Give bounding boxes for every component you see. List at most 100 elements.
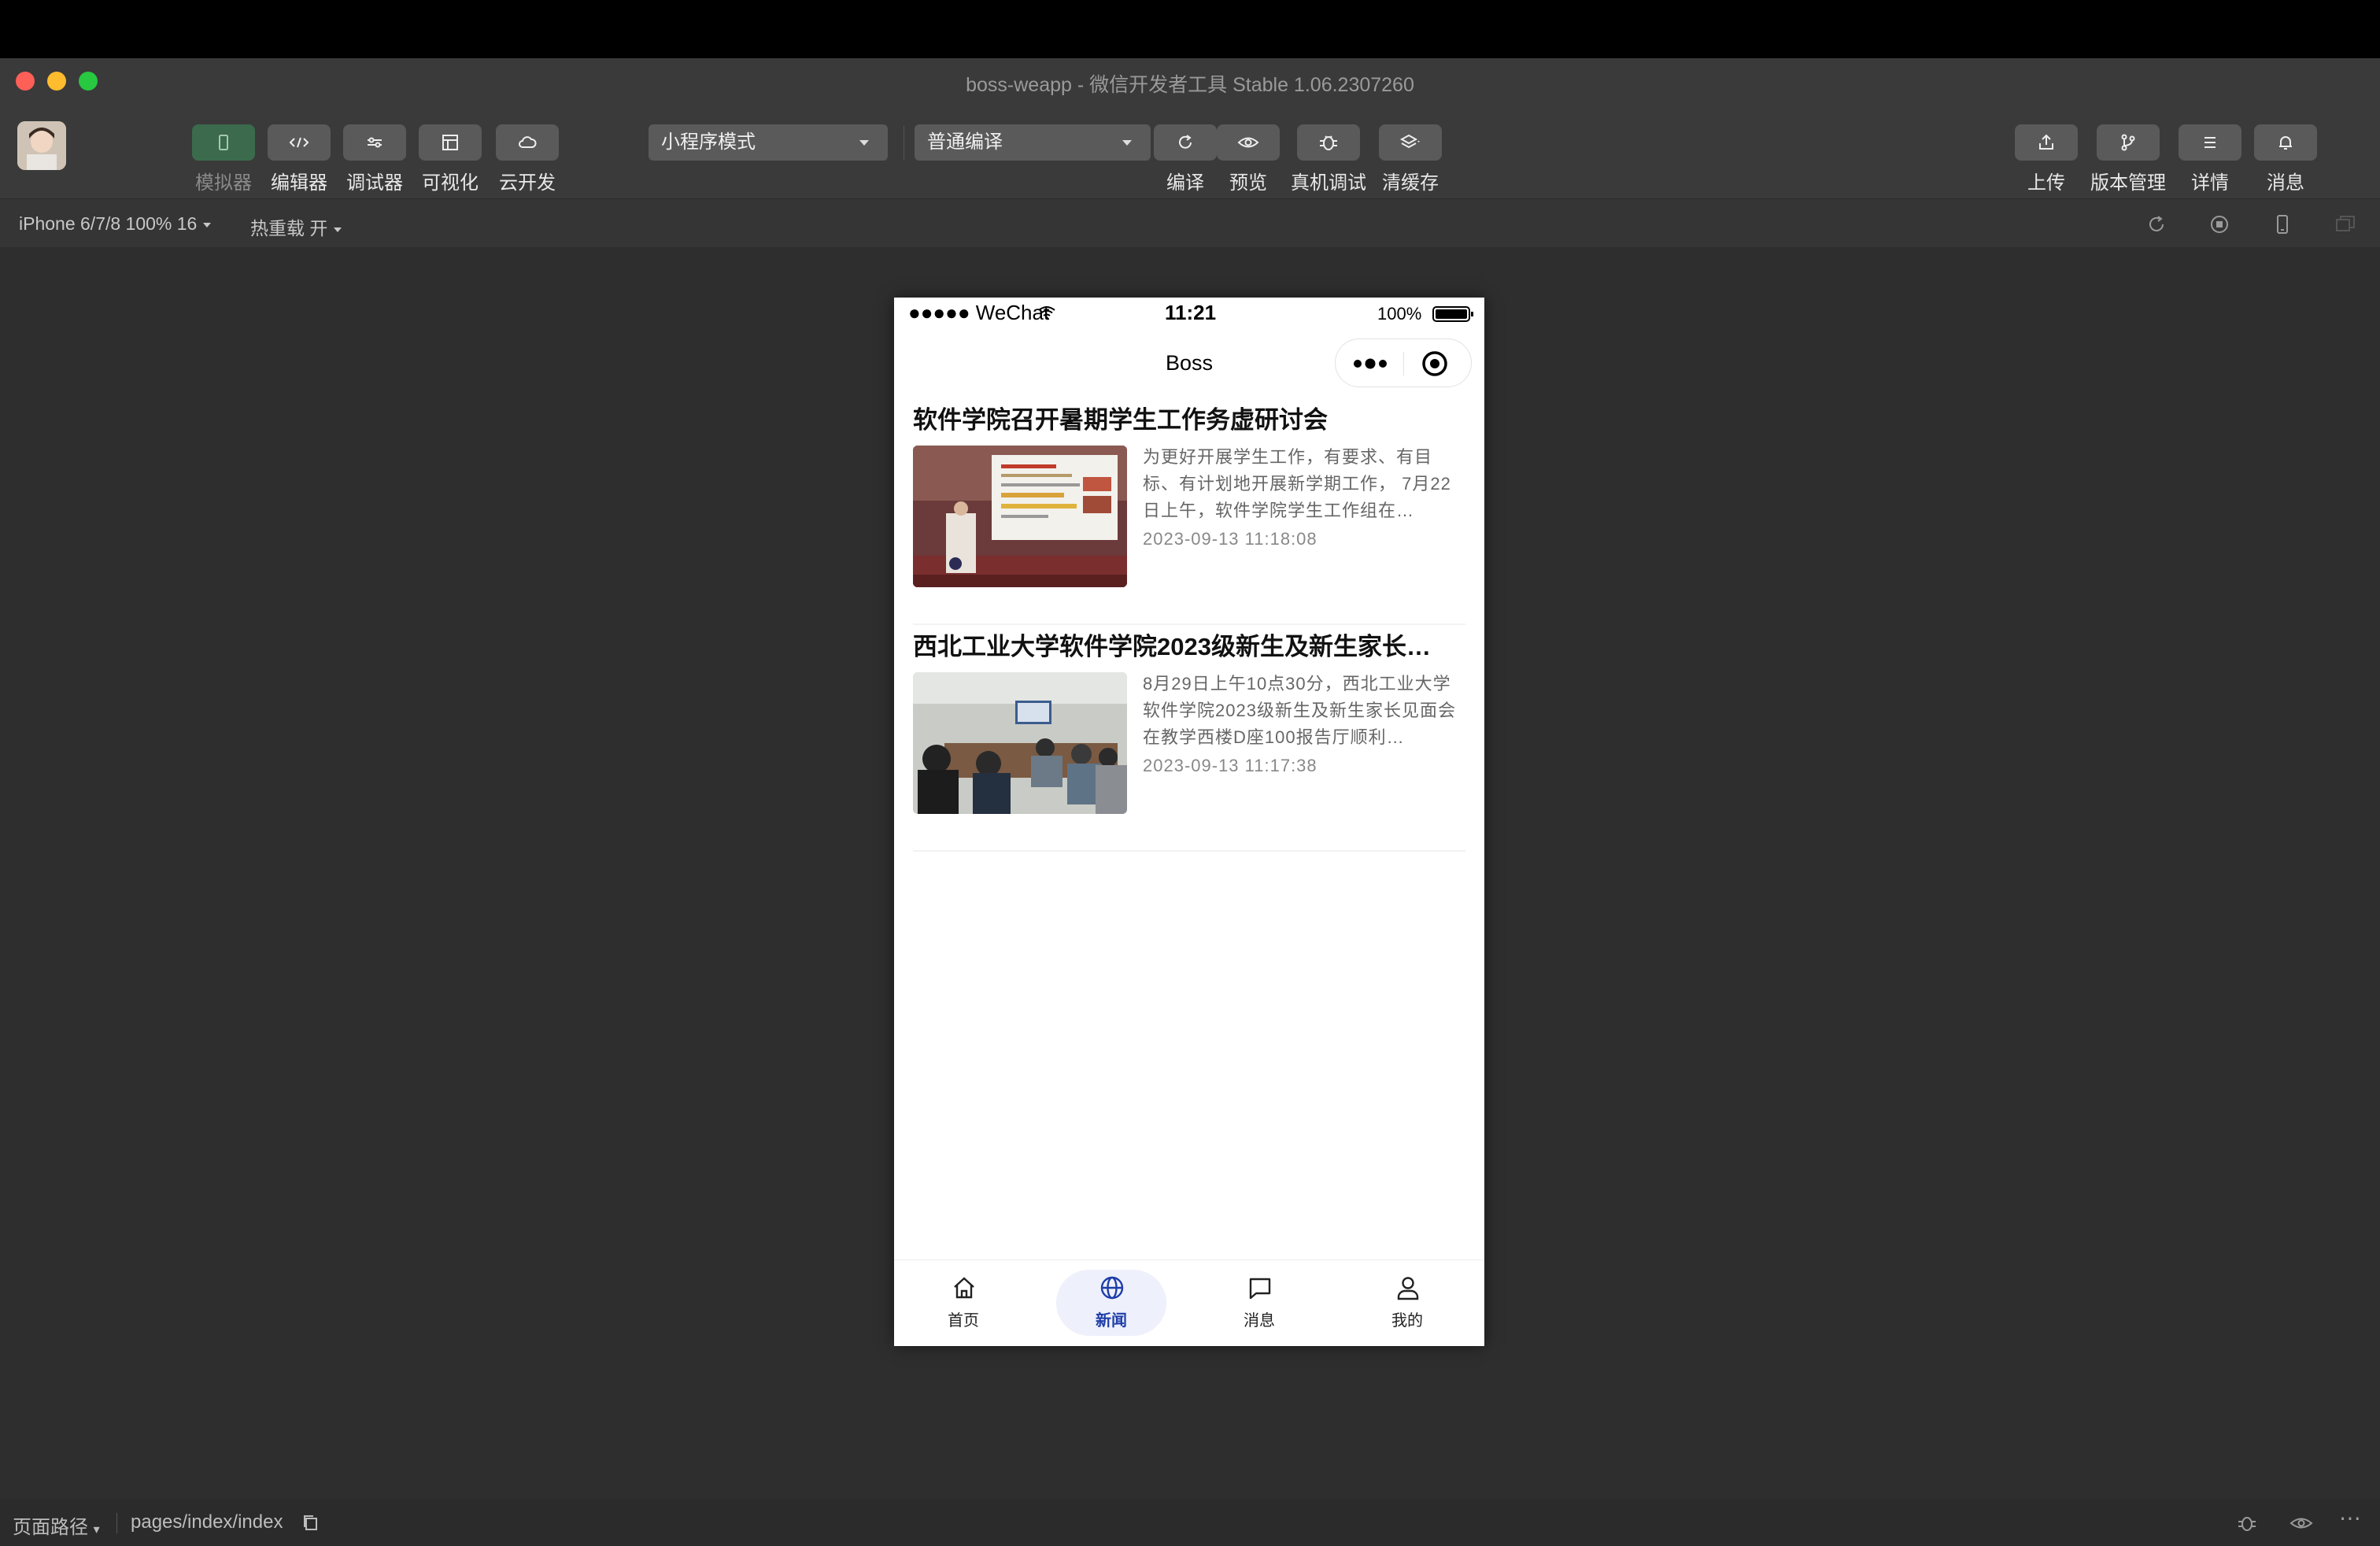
phone-status-bar: ●●●●● WeChat 11:21 100% xyxy=(894,298,1484,329)
carrier: ●●●●● WeChat xyxy=(908,301,1050,324)
phone-simulator: ●●●●● WeChat 11:21 100% Boss 软件学院召开暑期学生工… xyxy=(894,298,1484,1346)
tab-messages-label: 消息 xyxy=(1244,1312,1275,1330)
footer-divider xyxy=(116,1513,117,1533)
chevron-down-icon xyxy=(1122,140,1132,146)
tab-news[interactable]: 新闻 xyxy=(1056,1270,1166,1336)
code-icon xyxy=(289,137,309,148)
debugger-button[interactable] xyxy=(343,124,406,161)
visual-button[interactable] xyxy=(419,124,482,161)
mode-select[interactable]: 小程序模式 xyxy=(649,124,888,161)
layers-icon xyxy=(1399,134,1420,149)
editor-button[interactable] xyxy=(268,124,331,161)
bell-icon xyxy=(2279,136,2292,150)
news-date: 2023-09-13 11:18:08 xyxy=(1143,529,1318,549)
page-path: pages/index/index xyxy=(131,1511,283,1533)
battery-percent: 100% xyxy=(1377,304,1422,324)
eye-icon xyxy=(1237,137,1259,148)
eye-icon[interactable] xyxy=(2289,1511,2314,1535)
capsule-divider xyxy=(1403,352,1404,375)
battery-icon xyxy=(1432,306,1473,322)
news-summary: 为更好开展学生工作，有要求、有目标、有计划地开展新学期工作， 7月22日上午，软… xyxy=(1143,447,1451,520)
news-summary: 8月29日上午10点30分，西北工业大学软件学院2023级新生及新生家长见面会在… xyxy=(1143,674,1456,747)
details-button[interactable] xyxy=(2179,124,2241,161)
debug-sliders-icon xyxy=(368,137,382,148)
device-select-value: iPhone 6/7/8 100% 16 xyxy=(19,213,198,234)
compile-select-value: 普通编译 xyxy=(927,131,1003,153)
news-item[interactable]: 西北工业大学软件学院2023级新生及新生家长… 8月29日上午10点30分，西北… xyxy=(913,627,1465,852)
window-icon[interactable] xyxy=(2333,212,2358,237)
chevron-down-icon xyxy=(334,227,342,232)
bug-icon xyxy=(1320,135,1337,150)
home-icon xyxy=(954,1277,974,1299)
tab-news-label: 新闻 xyxy=(1096,1312,1127,1330)
chevron-down-icon xyxy=(203,222,212,227)
page-path-select[interactable]: 页面路径 ▾ xyxy=(13,1511,100,1539)
upload-button[interactable] xyxy=(2015,124,2078,161)
more-dots-icon[interactable] xyxy=(1351,354,1389,373)
tab-home-label: 首页 xyxy=(948,1312,979,1330)
clear-cache-label: 清缓存 xyxy=(1382,172,1439,194)
bug-icon[interactable] xyxy=(2235,1511,2259,1535)
messages-label: 消息 xyxy=(2267,172,2304,194)
simulator-button[interactable] xyxy=(192,124,255,161)
tab-bar: 首页 新闻 消息 我的 xyxy=(894,1259,1484,1346)
news-thumbnail xyxy=(913,672,1127,814)
news-item[interactable]: 软件学院召开暑期学生工作务虚研讨会 为更好开展学生工作，有要求、有目标、有计划地… xyxy=(913,400,1465,625)
avatar[interactable] xyxy=(17,121,66,170)
version-label: 版本管理 xyxy=(2090,172,2166,194)
toolbar: 模拟器 编辑器 调试器 可视化 云开发 小程序模式 普通编译 编译 预览 真机调… xyxy=(0,104,2380,198)
tab-messages[interactable]: 消息 xyxy=(1204,1270,1314,1336)
cloud-button[interactable] xyxy=(496,124,559,161)
device-select[interactable]: iPhone 6/7/8 100% 16 xyxy=(19,213,212,235)
upload-icon xyxy=(2039,134,2053,150)
clear-cache-button[interactable] xyxy=(1379,124,1442,161)
menu-icon xyxy=(2204,137,2216,148)
news-title: 西北工业大学软件学院2023级新生及新生家长… xyxy=(913,633,1431,660)
globe-icon xyxy=(1100,1276,1124,1300)
status-footer: 页面路径 ▾ pages/index/index ⋯ xyxy=(0,1499,2380,1546)
phone-nav-bar: Boss xyxy=(894,329,1484,398)
compile-button[interactable] xyxy=(1154,124,1217,161)
layout-icon xyxy=(442,135,458,150)
simulator-subbar: iPhone 6/7/8 100% 16 热重载 开 xyxy=(0,198,2380,247)
messages-button[interactable] xyxy=(2254,124,2317,161)
mode-select-value: 小程序模式 xyxy=(661,131,756,153)
title-separator: - xyxy=(1071,74,1090,96)
user-icon xyxy=(1397,1277,1419,1300)
upload-label: 上传 xyxy=(2027,172,2065,194)
rotate-icon[interactable] xyxy=(2144,212,2169,237)
cloud-icon xyxy=(519,136,537,148)
status-time: 11:21 xyxy=(1165,301,1217,324)
menu-capsule xyxy=(1335,338,1472,387)
news-date: 2023-09-13 11:17:38 xyxy=(1143,756,1318,775)
chevron-down-icon xyxy=(859,140,869,146)
tab-me-label: 我的 xyxy=(1391,1312,1423,1330)
app-suffix: 微信开发者工具 Stable 1.06.2307260 xyxy=(1089,74,1414,96)
hot-reload-select[interactable]: 热重载 开 xyxy=(250,213,342,240)
app-name: boss-weapp xyxy=(966,74,1072,96)
preview-button[interactable] xyxy=(1217,124,1280,161)
phone-icon[interactable] xyxy=(2270,212,2295,237)
wifi-icon xyxy=(1038,306,1055,320)
page-path-label: 页面路径 xyxy=(13,1517,88,1538)
more-icon[interactable]: ⋯ xyxy=(2339,1505,2361,1531)
chevron-down-icon: ▾ xyxy=(93,1523,100,1537)
close-miniprogram-icon[interactable] xyxy=(1421,350,1449,378)
tab-home[interactable]: 首页 xyxy=(908,1270,1018,1336)
version-button[interactable] xyxy=(2097,124,2160,161)
news-title: 软件学院召开暑期学生工作务虚研讨会 xyxy=(913,406,1328,434)
stop-icon[interactable] xyxy=(2207,212,2232,237)
compile-select[interactable]: 普通编译 xyxy=(915,124,1151,161)
cloud-label: 云开发 xyxy=(499,172,556,194)
copy-icon[interactable] xyxy=(301,1513,321,1533)
hot-reload-value: 热重载 开 xyxy=(250,218,328,239)
remote-debug-button[interactable] xyxy=(1297,124,1360,161)
remote-debug-label: 真机调试 xyxy=(1291,172,1366,194)
phone-icon xyxy=(219,135,228,150)
branch-icon xyxy=(2121,134,2135,151)
title-bar: boss-weapp - 微信开发者工具 Stable 1.06.2307260 xyxy=(0,58,2380,104)
news-thumbnail xyxy=(913,446,1127,587)
window-title: boss-weapp - 微信开发者工具 Stable 1.06.2307260 xyxy=(0,69,2380,98)
tab-me[interactable]: 我的 xyxy=(1352,1270,1462,1336)
chat-icon xyxy=(1249,1278,1271,1300)
